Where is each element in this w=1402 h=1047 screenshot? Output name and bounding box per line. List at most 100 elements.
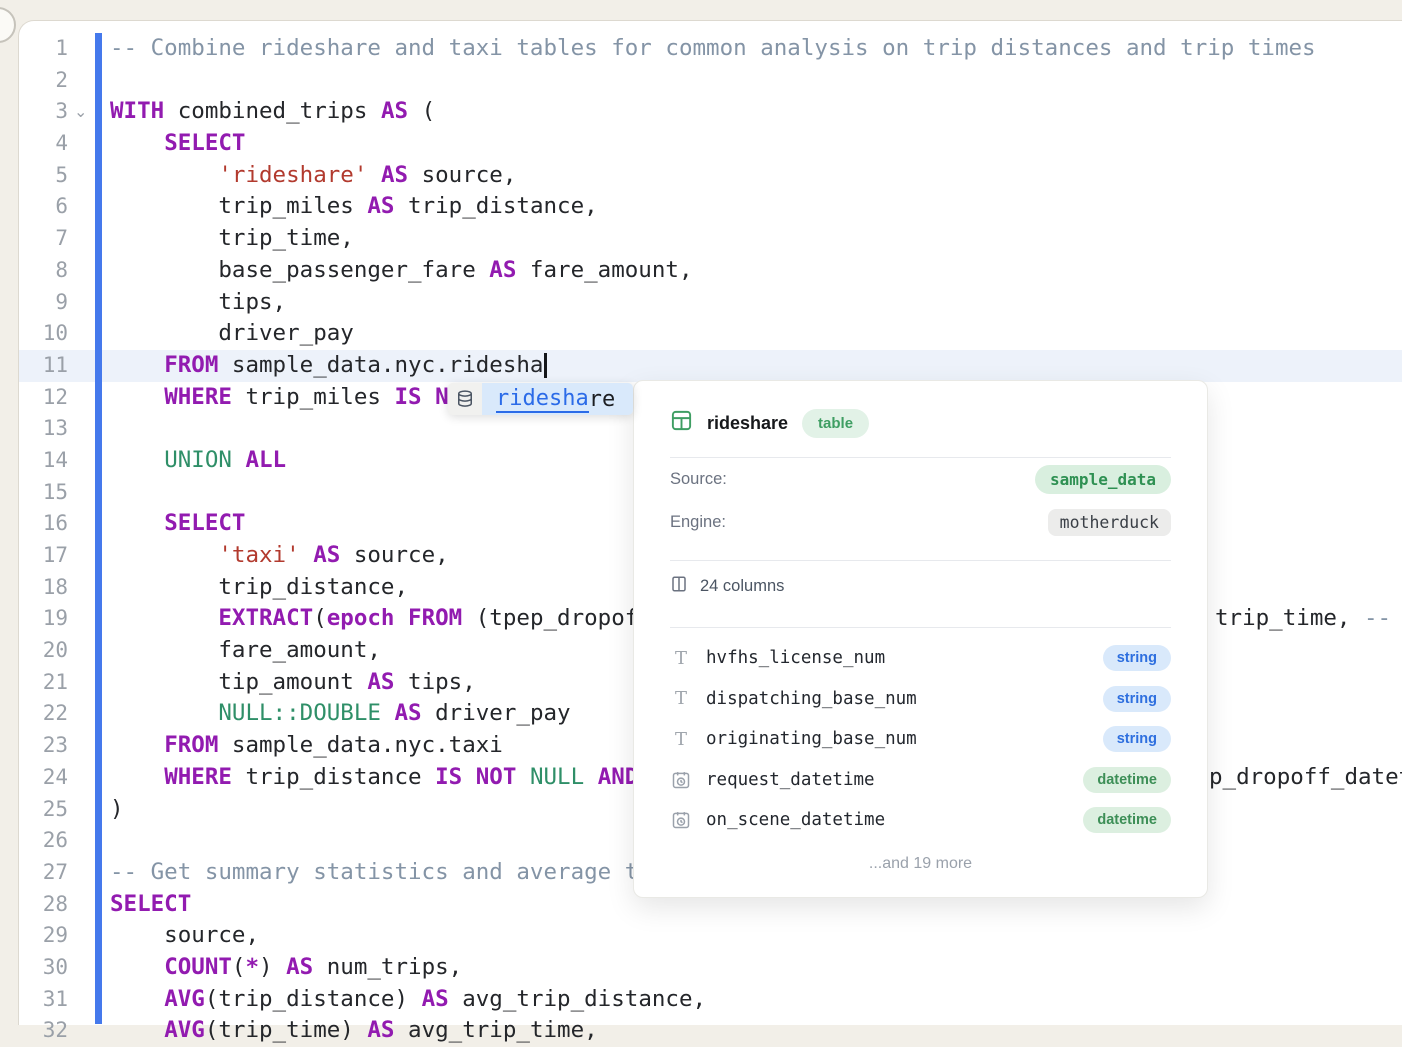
code-text: source, [110, 920, 259, 952]
code-token: sample_data.nyc.ridesha [218, 352, 543, 378]
line-number: 2 [0, 65, 68, 97]
calendar-clock-icon [670, 810, 692, 830]
code-token: trip_miles [110, 193, 367, 219]
line-number: 1 [0, 33, 68, 65]
code-text: SELECT [110, 889, 191, 921]
autocomplete-item-rideshare[interactable]: rideshare [482, 383, 633, 415]
code-line-11[interactable]: 11 FROM sample_data.nyc.ridesha [0, 350, 1402, 382]
code-token [110, 1017, 164, 1043]
code-text: 'rideshare' AS source, [110, 160, 516, 192]
code-token: trip_miles [232, 384, 395, 410]
line-number: 23 [0, 730, 68, 762]
line-number: 5 [0, 160, 68, 192]
code-token: fare_amount, [110, 637, 381, 663]
line-number: 31 [0, 984, 68, 1016]
code-token: source, [408, 162, 516, 188]
code-token: 'rideshare' [218, 162, 367, 188]
line-number: 24 [0, 762, 68, 794]
source-label: Source: [670, 470, 727, 489]
line-number: 7 [0, 223, 68, 255]
code-token: AS [367, 193, 394, 219]
line-number: 10 [0, 318, 68, 350]
code-token: tips, [394, 669, 475, 695]
code-token: (trip_distance) [205, 986, 422, 1012]
popup-columns: Thvfhs_license_numstringTdispatching_bas… [670, 628, 1171, 841]
code-token [394, 605, 408, 631]
column-row: on_scene_datetimedatetime [670, 800, 1171, 841]
column-type-badge: datetime [1083, 807, 1171, 833]
code-line-1[interactable]: 1 -- Combine rideshare and taxi tables fo… [0, 33, 1402, 65]
code-line-31[interactable]: 31 AVG(trip_distance) AS avg_trip_distan… [0, 984, 1402, 1016]
code-line-4[interactable]: 4 SELECT [0, 128, 1402, 160]
code-line-3[interactable]: 3⌄WITH combined_trips AS ( [0, 96, 1402, 128]
code-token: ) [110, 796, 124, 822]
code-token: (tpep_dropof [462, 605, 638, 631]
line-number: 9 [0, 287, 68, 319]
code-token [110, 605, 218, 631]
code-token [110, 352, 164, 378]
code-line-9[interactable]: 9 tips, [0, 287, 1402, 319]
code-token: AS [367, 1017, 394, 1043]
popover-header: rideshare table [670, 405, 1171, 441]
code-token: ( [232, 954, 246, 980]
code-text: EXTRACT(epoch FROM (tpep_dropof [110, 603, 638, 635]
code-token: AVG [164, 986, 205, 1012]
code-token: AS [381, 98, 408, 124]
code-line-32[interactable]: 32 AVG(trip_time) AS avg_trip_time, [0, 1015, 1402, 1047]
code-token: sample_data.nyc.taxi [218, 732, 502, 758]
code-token [110, 510, 164, 536]
code-token [110, 542, 218, 568]
line-number: 3 [0, 96, 68, 128]
code-line-30[interactable]: 30 COUNT(*) AS num_trips, [0, 952, 1402, 984]
line-number: 29 [0, 920, 68, 952]
code-text: AVG(trip_time) AS avg_trip_time, [110, 1015, 598, 1047]
table-icon [670, 409, 693, 437]
code-text: ) [110, 794, 124, 826]
code-token: SELECT [110, 891, 191, 917]
autocomplete-rest-text: re [589, 387, 616, 412]
code-token: fare_amount, [516, 257, 692, 283]
code-line-2[interactable]: 2 [0, 65, 1402, 97]
fold-chevron-icon[interactable]: ⌄ [74, 96, 87, 128]
code-token: -- Combine rideshare and taxi tables for… [110, 35, 1316, 61]
line-number: 14 [0, 445, 68, 477]
line-number: 18 [0, 572, 68, 604]
line-number: 32 [0, 1015, 68, 1047]
code-token [110, 764, 164, 790]
code-text: -- Combine rideshare and taxi tables for… [110, 33, 1316, 65]
code-token: AS [394, 700, 421, 726]
code-fragment: trip_time, -- [1215, 603, 1391, 635]
code-text: tips, [110, 287, 286, 319]
line-number: 22 [0, 698, 68, 730]
code-text: NULL::DOUBLE AS driver_pay [110, 698, 571, 730]
code-token [516, 764, 530, 790]
column-name: originating_base_num [706, 729, 1089, 749]
code-line-6[interactable]: 6 trip_miles AS trip_distance, [0, 191, 1402, 223]
code-line-8[interactable]: 8 base_passenger_fare AS fare_amount, [0, 255, 1402, 287]
line-number: 8 [0, 255, 68, 287]
code-line-7[interactable]: 7 trip_time, [0, 223, 1402, 255]
code-token: NULL::DOUBLE [218, 700, 381, 726]
code-text: fare_amount, [110, 635, 381, 667]
code-token: COUNT [164, 954, 232, 980]
code-token: SELECT [164, 130, 245, 156]
code-token: tip_amount [110, 669, 367, 695]
text-icon: T [670, 688, 692, 709]
line-number: 15 [0, 477, 68, 509]
line-number: 20 [0, 635, 68, 667]
code-token: trip_distance [232, 764, 435, 790]
line-number: 13 [0, 413, 68, 445]
code-token: SELECT [164, 510, 245, 536]
code-line-10[interactable]: 10 driver_pay [0, 318, 1402, 350]
line-number: 21 [0, 667, 68, 699]
code-text: trip_distance, [110, 572, 408, 604]
code-line-5[interactable]: 5 'rideshare' AS source, [0, 160, 1402, 192]
code-token [110, 162, 218, 188]
code-token: AVG [164, 1017, 205, 1043]
code-token: EXTRACT [218, 605, 313, 631]
code-line-29[interactable]: 29 source, [0, 920, 1402, 952]
code-token: combined_trips [164, 98, 381, 124]
code-token: p_dropoff_datet [1209, 764, 1402, 790]
text-icon: T [670, 729, 692, 750]
column-row: Tdispatching_base_numstring [670, 679, 1171, 720]
